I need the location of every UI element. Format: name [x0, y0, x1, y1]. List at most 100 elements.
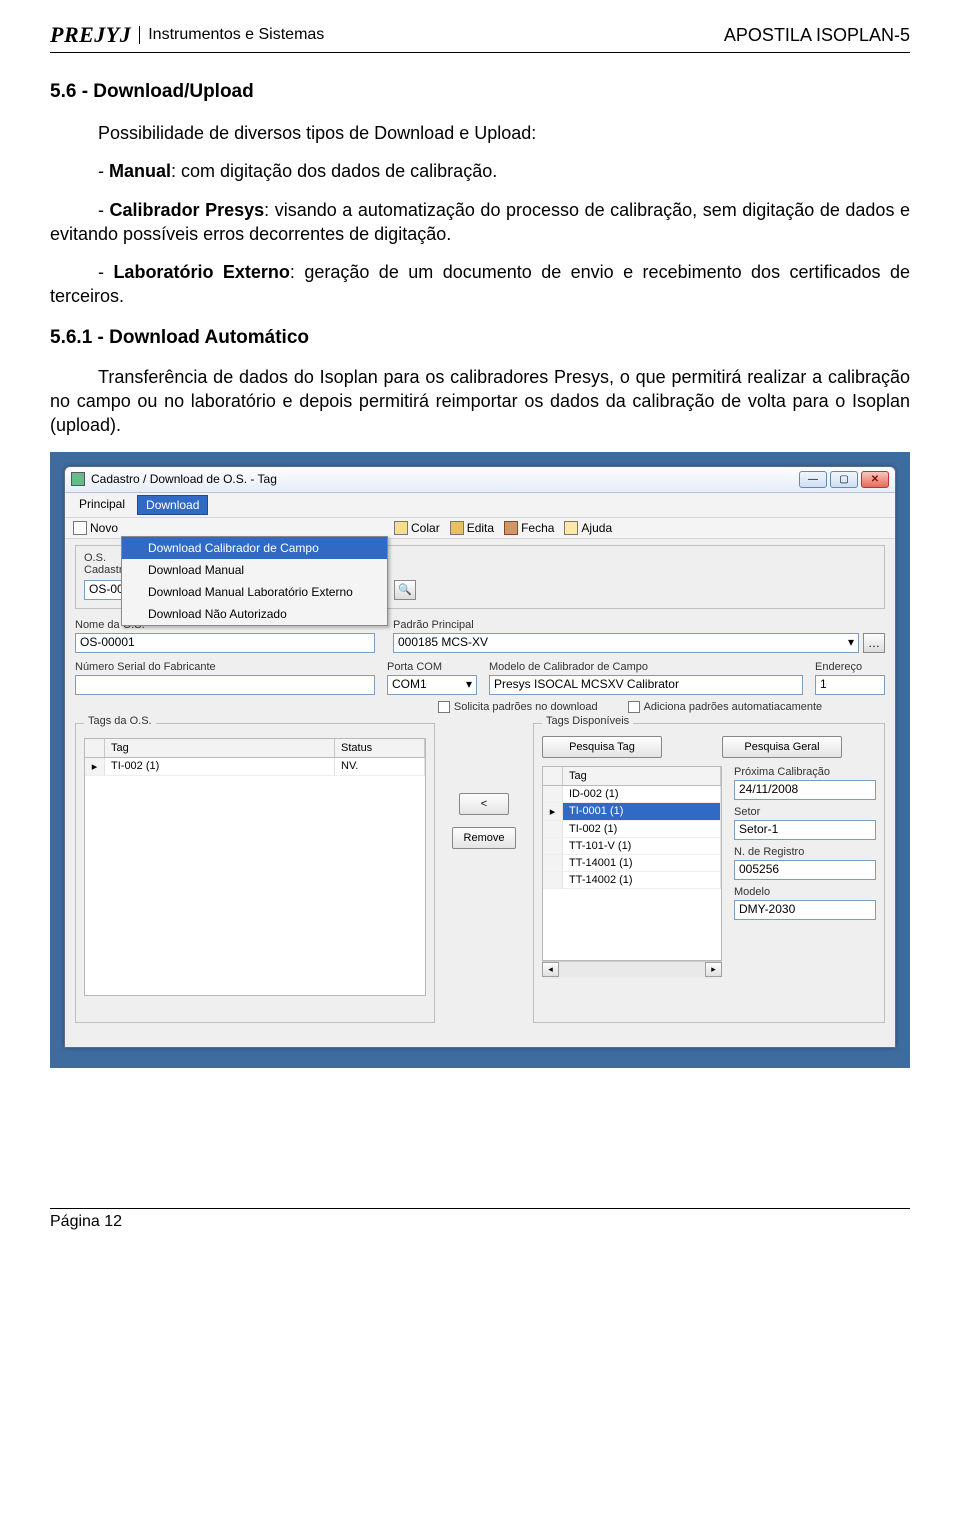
row-marker-icon [543, 872, 563, 889]
checkbox-solicita-label: Solicita padrões no download [454, 701, 598, 713]
bullet-calibrador: - Calibrador Presys: visando a automatiz… [50, 198, 910, 247]
padrao-principal-value: 000185 MCS-XV [398, 635, 488, 649]
registro-label: N. de Registro [734, 846, 876, 858]
group-tags-disponiveis: Tags Disponíveis Pesquisa Tag Pesquisa G… [533, 723, 885, 1023]
cell-tag: TI-002 (1) [105, 758, 335, 776]
download-dropdown: Download Calibrador de Campo Download Ma… [121, 536, 388, 626]
table-row[interactable]: ID-002 (1) [543, 786, 721, 803]
close-icon [504, 521, 518, 535]
endereco-label: Endereço [815, 661, 885, 673]
checkbox-adiciona-label: Adiciona padrões automatiacamente [644, 701, 823, 713]
window-title: Cadastro / Download de O.S. - Tag [91, 472, 277, 486]
scroll-right-icon[interactable]: ▸ [705, 962, 722, 977]
horizontal-scrollbar[interactable]: ◂ ▸ [542, 961, 722, 978]
toolbar-ajuda[interactable]: Ajuda [562, 520, 614, 536]
cell-tag: TI-0001 (1) [563, 803, 721, 821]
search-button[interactable]: 🔍 [394, 580, 416, 600]
modelo-calibrador-label: Modelo de Calibrador de Campo [489, 661, 803, 673]
toolbar-novo[interactable]: Novo [71, 520, 120, 536]
modelo-input[interactable]: DMY-2030 [734, 900, 876, 920]
paste-icon [394, 521, 408, 535]
cell-status: NV. [335, 758, 425, 776]
endereco-input[interactable]: 1 [815, 675, 885, 695]
cell-tag: ID-002 (1) [563, 786, 721, 803]
row-marker-icon: ▸ [543, 803, 563, 821]
padrao-browse-button[interactable]: … [863, 633, 885, 653]
dropdown-item-calibrador-campo[interactable]: Download Calibrador de Campo [122, 537, 387, 559]
table-row[interactable]: ▸TI-0001 (1) [543, 803, 721, 821]
toolbar-fecha[interactable]: Fecha [502, 520, 556, 536]
minimize-button[interactable]: — [799, 471, 827, 488]
bullet-term: Calibrador Presys [110, 200, 265, 220]
pesquisa-tag-button[interactable]: Pesquisa Tag [542, 736, 662, 758]
modelo-calibrador-input[interactable]: Presys ISOCAL MCSXV Calibrator [489, 675, 803, 695]
porta-com-select[interactable]: COM1 ▾ [387, 675, 477, 695]
serial-input[interactable] [75, 675, 375, 695]
registro-input[interactable]: 005256 [734, 860, 876, 880]
menu-download[interactable]: Download [137, 495, 208, 515]
dialog-window: Cadastro / Download de O.S. - Tag — ▢ ✕ … [64, 466, 896, 1048]
proxima-calibracao-input[interactable]: 24/11/2008 [734, 780, 876, 800]
checkbox-icon [628, 701, 640, 713]
setor-input[interactable]: Setor-1 [734, 820, 876, 840]
chevron-down-icon: ▾ [466, 677, 472, 691]
brand-block: PREJYJ Instrumentos e Sistemas [50, 22, 324, 48]
remove-button[interactable]: Remove [452, 827, 516, 849]
cell-tag: TI-002 (1) [563, 821, 721, 838]
toolbar-edita-label: Edita [467, 521, 494, 535]
checkbox-adiciona-padroes[interactable]: Adiciona padrões automatiacamente [628, 701, 823, 713]
group-tags-os-legend: Tags da O.S. [84, 715, 156, 727]
ellipsis-icon: … [868, 636, 880, 650]
toolbar: Novo Colar Edita Fecha Ajuda [65, 518, 895, 539]
move-left-button[interactable]: < [459, 793, 509, 815]
brand-logo: PREJYJ [50, 22, 131, 48]
col-tag-header: Tag [105, 739, 335, 757]
toolbar-colar[interactable]: Colar [392, 520, 442, 536]
table-row[interactable]: TT-101-V (1) [543, 838, 721, 855]
dropdown-item-nao-autorizado[interactable]: Download Não Autorizado [122, 603, 387, 625]
dash-icon: - [98, 161, 109, 181]
padrao-principal-select[interactable]: 000185 MCS-XV ▾ [393, 633, 859, 653]
table-row[interactable]: TT-14001 (1) [543, 855, 721, 872]
row-marker-icon [543, 821, 563, 838]
maximize-button[interactable]: ▢ [830, 471, 858, 488]
row-marker-header [543, 767, 563, 785]
row-marker-icon: ▸ [85, 758, 105, 776]
dropdown-item-manual-lab-externo[interactable]: Download Manual Laboratório Externo [122, 581, 387, 603]
menubar: Principal Download [65, 493, 895, 518]
edit-icon [450, 521, 464, 535]
menu-principal[interactable]: Principal [71, 495, 133, 515]
chevron-down-icon: ▾ [848, 635, 854, 649]
app-screenshot: Cadastro / Download de O.S. - Tag — ▢ ✕ … [50, 452, 910, 1068]
help-icon [564, 521, 578, 535]
table-row[interactable]: ▸ TI-002 (1) NV. [85, 758, 425, 776]
left-table-body[interactable]: ▸ TI-002 (1) NV. [84, 758, 426, 996]
cell-tag: TT-101-V (1) [563, 838, 721, 855]
bullet-term: Manual [109, 161, 171, 181]
pesquisa-geral-button[interactable]: Pesquisa Geral [722, 736, 842, 758]
toolbar-edita[interactable]: Edita [448, 520, 496, 536]
dash-icon: - [98, 200, 110, 220]
right-table-header: Tag [542, 766, 722, 786]
padrao-principal-label: Padrão Principal [393, 619, 885, 631]
new-icon [73, 521, 87, 535]
table-row[interactable]: TT-14002 (1) [543, 872, 721, 889]
window-titlebar[interactable]: Cadastro / Download de O.S. - Tag — ▢ ✕ [65, 467, 895, 493]
toolbar-ajuda-label: Ajuda [581, 521, 612, 535]
app-icon [71, 472, 85, 486]
right-table-body[interactable]: ID-002 (1) ▸TI-0001 (1) TI-002 (1) TT-10… [542, 786, 722, 961]
checkbox-solicita-padroes[interactable]: Solicita padrões no download [438, 701, 598, 713]
cell-tag: TT-14002 (1) [563, 872, 721, 889]
nome-os-input[interactable]: OS-00001 [75, 633, 375, 653]
row-marker-icon [543, 838, 563, 855]
section-title: 5.6 - Download/Upload [50, 81, 910, 103]
dropdown-item-manual[interactable]: Download Manual [122, 559, 387, 581]
porta-com-label: Porta COM [387, 661, 477, 673]
subsection-title: 5.6.1 - Download Automático [50, 327, 910, 349]
col-status-header: Status [335, 739, 425, 757]
bullet-manual: - Manual: com digitação dos dados de cal… [50, 159, 910, 183]
table-row[interactable]: TI-002 (1) [543, 821, 721, 838]
close-button[interactable]: ✕ [861, 471, 889, 488]
scroll-left-icon[interactable]: ◂ [542, 962, 559, 977]
serial-label: Número Serial do Fabricante [75, 661, 375, 673]
